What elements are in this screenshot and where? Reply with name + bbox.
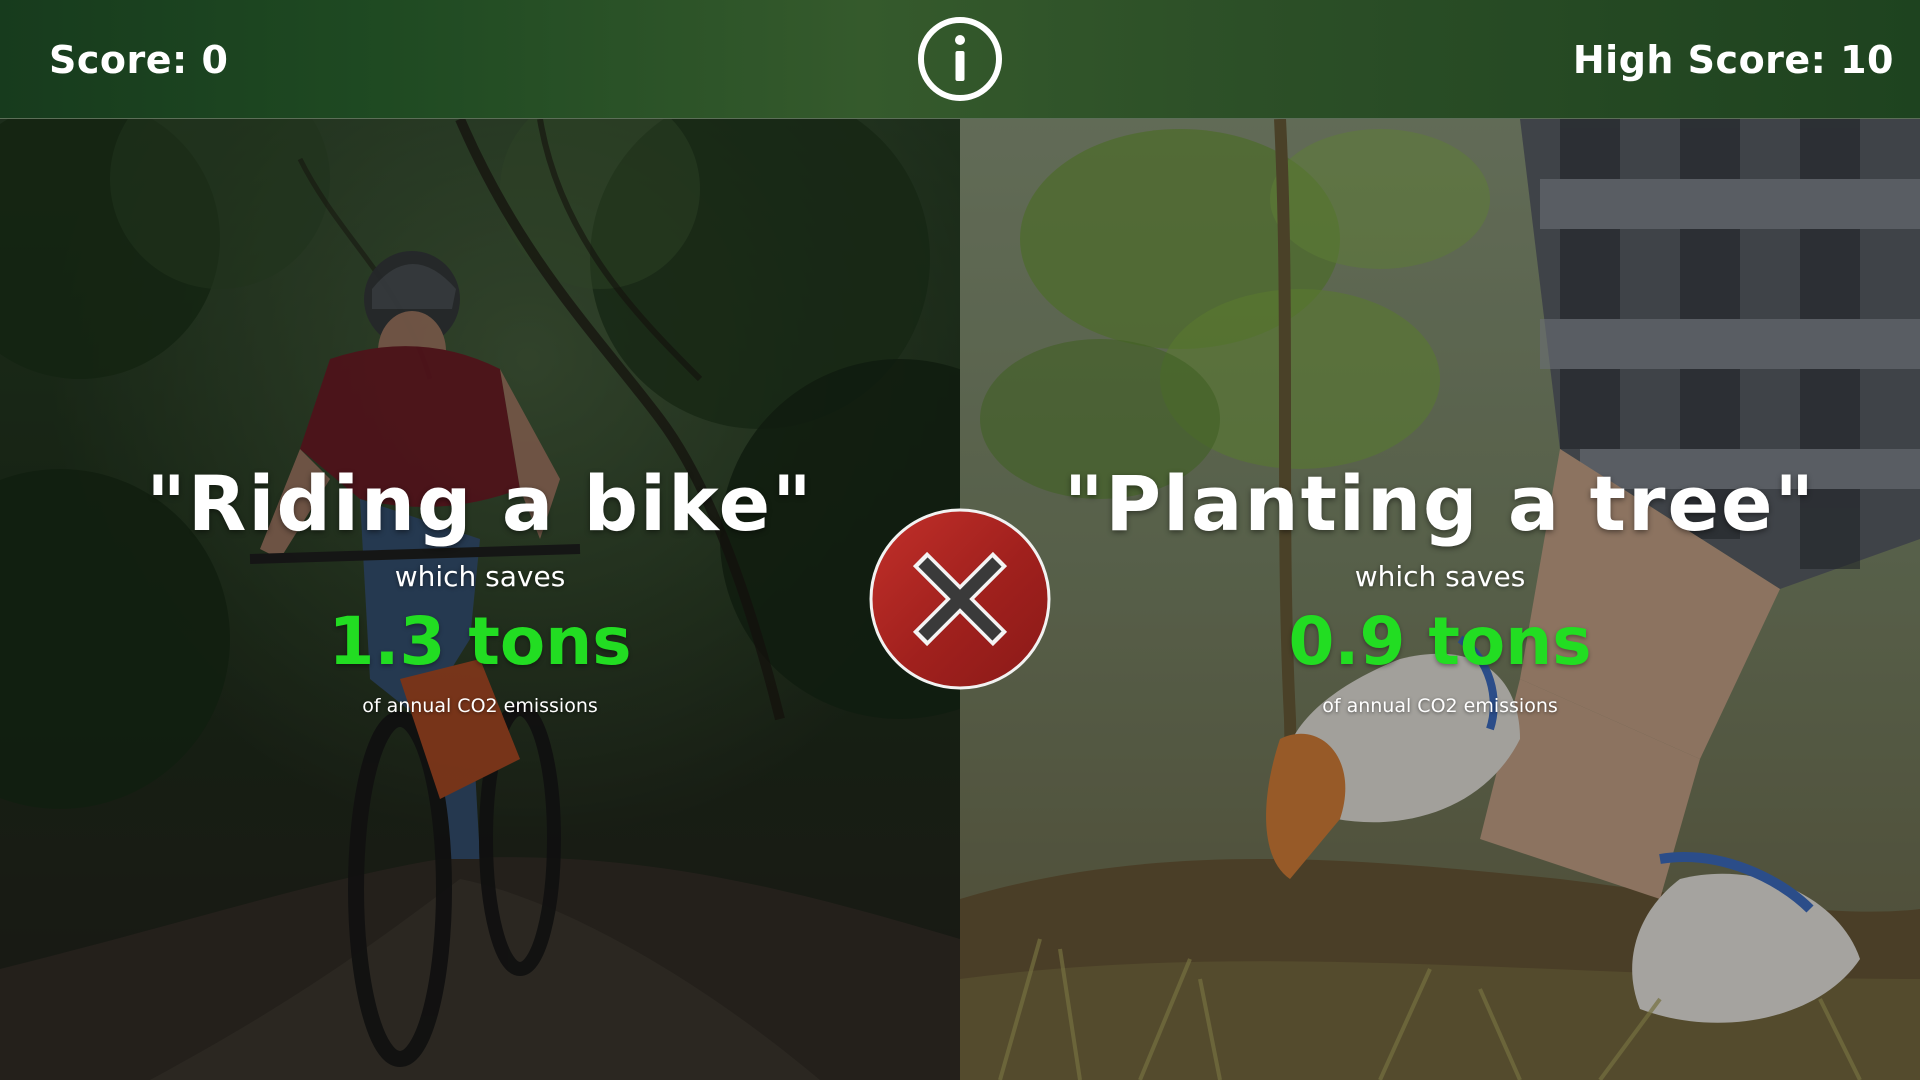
close-icon [869,508,1051,690]
co2-suffix: of annual CO2 emissions [1322,695,1558,717]
option-card-left[interactable]: "Riding a bike" which saves 1.3 tons of … [0,119,960,1080]
game-screen: Score: 0 High Score: 10 "Riding a bike" … [0,0,1920,1080]
info-icon [918,17,1002,101]
option-title: "Planting a tree" [1063,459,1817,548]
saves-label: which saves [394,560,566,593]
info-button[interactable] [917,16,1003,102]
option-title: "Riding a bike" [146,459,814,548]
top-bar: Score: 0 High Score: 10 [0,0,1920,119]
wrong-answer-badge [868,507,1052,691]
option-text-left: "Riding a bike" which saves 1.3 tons of … [0,459,960,719]
co2-amount: 0.9 tons [1288,603,1592,680]
option-card-right[interactable]: "Planting a tree" which saves 0.9 tons o… [960,119,1920,1080]
high-score-label: High Score: 10 [1572,38,1894,82]
co2-suffix: of annual CO2 emissions [362,695,598,717]
score-label: Score: 0 [49,38,229,82]
option-text-right: "Planting a tree" which saves 0.9 tons o… [960,459,1920,719]
saves-label: which saves [1354,560,1526,593]
co2-amount: 1.3 tons [328,603,632,680]
